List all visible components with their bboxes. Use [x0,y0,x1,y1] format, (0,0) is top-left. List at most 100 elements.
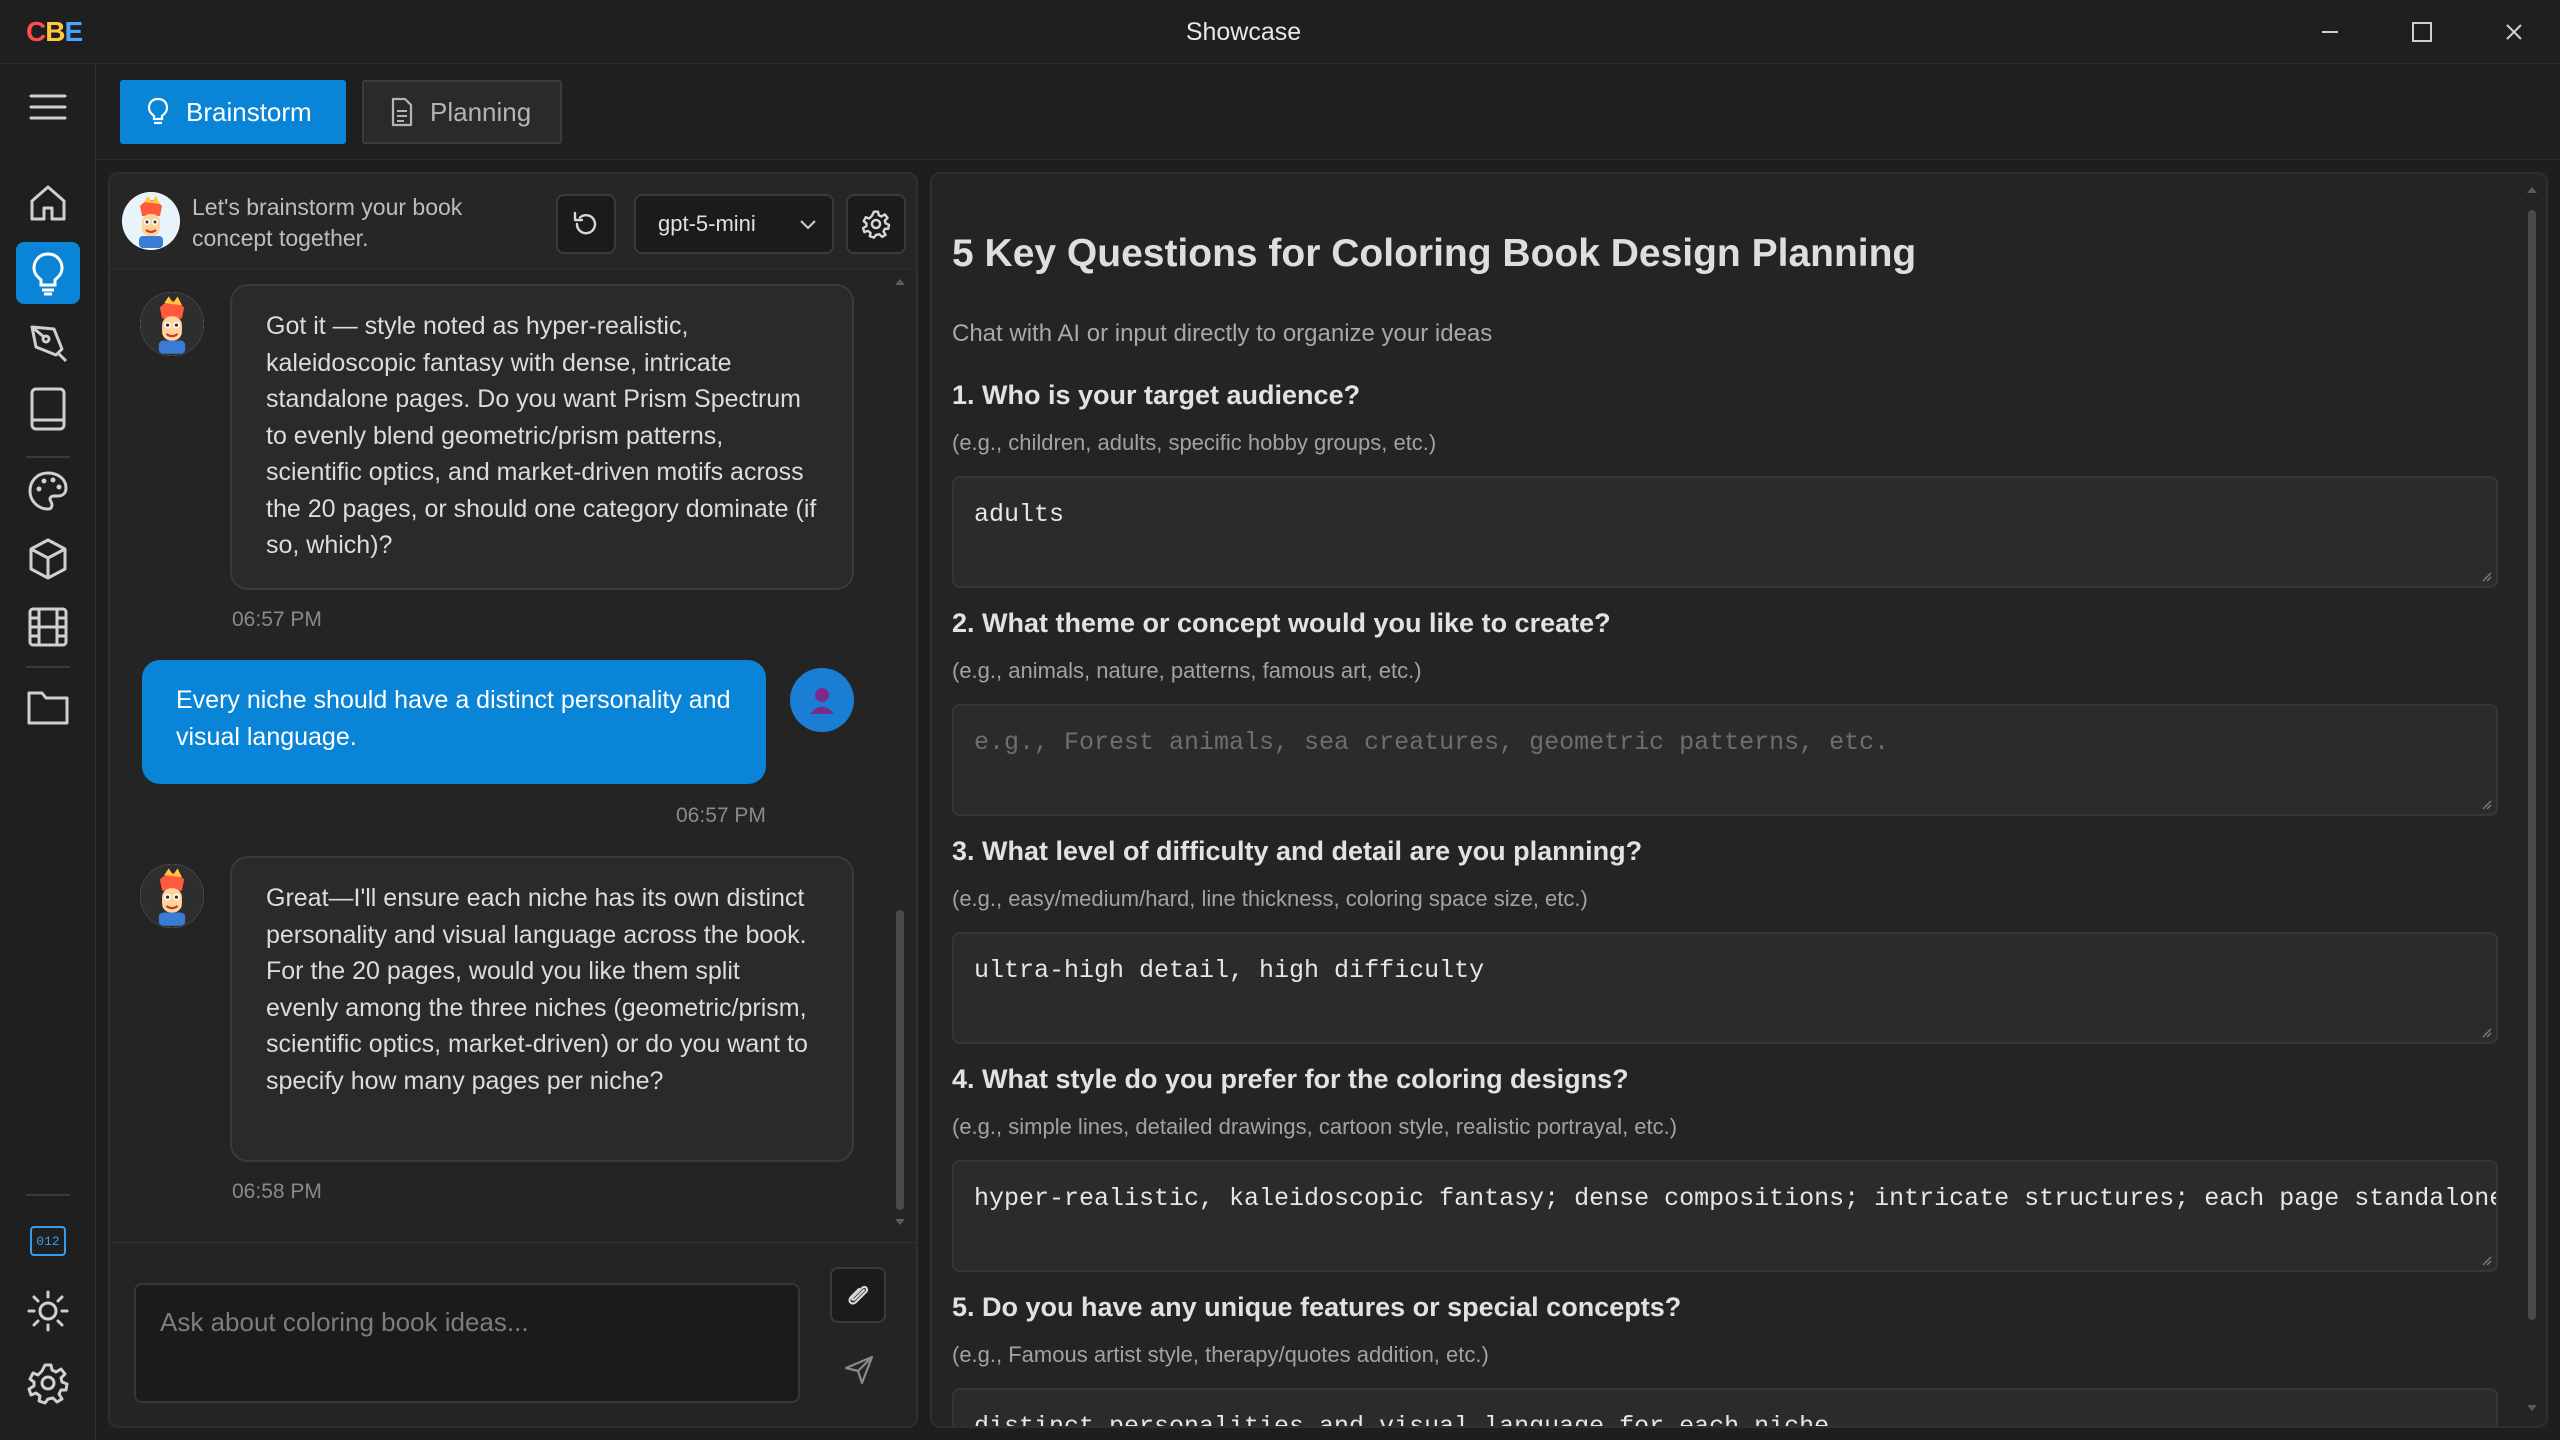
theme-toggle-button[interactable] [16,1280,80,1342]
sidebar-item-counter[interactable]: 012 [16,1210,80,1272]
resize-grip-icon [2482,1256,2492,1266]
counter-icon: 012 [30,1226,66,1256]
window-title: Showcase [1185,18,1302,46]
resize-grip-icon [2482,800,2492,810]
answer-field-1[interactable]: adults [952,476,2498,588]
sidebar-item-draw[interactable] [16,310,80,372]
planning-scrollbar[interactable] [2524,174,2540,1426]
bot-avatar [140,864,204,928]
settings-button[interactable] [16,1352,80,1414]
tab-strip: Brainstorm Planning [96,64,2560,160]
resize-grip-icon [2482,1028,2492,1038]
box-icon [29,538,67,580]
answer-placeholder: e.g., Forest animals, sea creatures, geo… [974,728,1890,757]
chat-header: Let's brainstorm your book concept toget… [110,174,916,270]
model-select[interactable]: gpt-5-mini [634,194,834,254]
bot-mascot-icon [140,292,204,356]
paperclip-icon [848,1285,869,1305]
sidebar-item-palette[interactable] [16,460,80,522]
question-hint-3: (e.g., easy/medium/hard, line thickness,… [952,886,1588,911]
question-hint-1: (e.g., children, adults, specific hobby … [952,430,1437,455]
resize-grip-icon [2482,572,2492,582]
chat-header-text: Let's brainstorm your book concept toget… [192,194,463,251]
chat-message-assistant: Got it — style noted as hyper-realistic,… [230,284,854,590]
sidebar-item-brainstorm[interactable] [16,242,80,304]
planning-subtitle: Chat with AI or input directly to organi… [952,320,1493,347]
scroll-up-icon [895,279,905,285]
chat-message-user: Every niche should have a distinct perso… [142,660,766,784]
sidebar-menu-button[interactable] [16,76,80,138]
folder-icon [27,691,69,725]
message-text: Great—I'll ensure each niche has its own… [266,884,808,1095]
answer-field-5[interactable]: distinct personalities and visual langua… [952,1388,2498,1428]
lightbulb-icon [147,97,169,125]
message-timestamp: 06:57 PM [232,608,322,631]
sidebar-item-files[interactable] [16,676,80,738]
lightbulb-icon [32,252,64,296]
sidebar-item-3d[interactable] [16,528,80,590]
close-icon [2506,24,2522,40]
palette-icon [28,471,68,511]
sidebar-item-home[interactable] [16,172,80,234]
maximize-icon [2412,22,2432,42]
menu-icon [29,94,67,120]
chat-scroll-thumb[interactable] [896,910,904,1210]
model-select-value: gpt-5-mini [658,211,756,236]
message-text: Got it — style noted as hyper-realistic,… [266,312,817,559]
reset-chat-button[interactable] [556,194,616,254]
sidebar-divider [26,456,70,458]
sidebar-divider [26,1194,70,1196]
user-icon [810,688,834,714]
bot-avatar [122,192,180,250]
question-label-2: 2. What theme or concept would you like … [952,608,1611,638]
attach-button[interactable] [830,1267,886,1323]
minimize-icon [2322,31,2338,33]
user-avatar [790,668,854,732]
answer-text: hyper-realistic, kaleidoscopic fantasy; … [974,1184,2498,1213]
question-label-3: 3. What level of difficulty and detail a… [952,836,1643,866]
theme-sun-icon [27,1290,69,1332]
planning-panel: 5 Key Questions for Coloring Book Design… [930,172,2548,1428]
maximize-button[interactable] [2392,10,2452,54]
film-icon [28,607,68,647]
question-hint-4: (e.g., simple lines, detailed drawings, … [952,1114,1678,1139]
scroll-up-icon [2527,187,2537,193]
minimize-button[interactable] [2300,10,2360,54]
question-label-4: 4. What style do you prefer for the colo… [952,1064,1629,1094]
title-bar: CBE Showcase [0,0,2560,64]
send-button[interactable] [832,1343,886,1397]
message-list: Got it — style noted as hyper-realistic,… [110,270,916,1410]
tab-planning[interactable]: Planning [362,80,562,144]
answer-text: adults [974,500,1065,529]
question-hint-5: (e.g., Famous artist style, therapy/quot… [952,1342,1489,1367]
chat-scrollbar[interactable] [892,270,908,1230]
chat-settings-button[interactable] [846,194,906,254]
sidebar-item-video[interactable] [16,596,80,658]
question-label-5: 5. Do you have any unique features or sp… [952,1292,1682,1322]
book-icon [30,387,66,431]
gear-icon [861,210,891,239]
answer-text: distinct personalities and visual langua… [974,1412,1830,1428]
pen-icon [30,325,68,363]
tab-brainstorm[interactable]: Brainstorm [120,80,346,144]
planning-scroll-thumb[interactable] [2528,210,2536,1320]
sidebar-item-book[interactable] [16,378,80,440]
chat-input[interactable] [134,1283,800,1403]
send-icon [844,1355,874,1385]
scroll-down-icon [2527,1405,2537,1411]
bot-avatar [140,292,204,356]
tab-label: Planning [430,96,532,127]
answer-field-2[interactable]: e.g., Forest animals, sea creatures, geo… [952,704,2498,816]
close-button[interactable] [2484,10,2544,54]
chevron-down-icon [800,220,816,230]
home-icon [30,185,66,221]
message-timestamp: 06:57 PM [676,804,766,827]
message-timestamp: 06:58 PM [232,1180,322,1203]
message-text: Every niche should have a distinct perso… [176,686,731,751]
chat-composer [110,1242,916,1426]
sidebar-divider [26,666,70,668]
answer-field-4[interactable]: hyper-realistic, kaleidoscopic fantasy; … [952,1160,2498,1272]
document-icon [391,97,413,127]
question-hint-2: (e.g., animals, nature, patterns, famous… [952,658,1422,683]
answer-field-3[interactable]: ultra-high detail, high difficulty [952,932,2498,1044]
